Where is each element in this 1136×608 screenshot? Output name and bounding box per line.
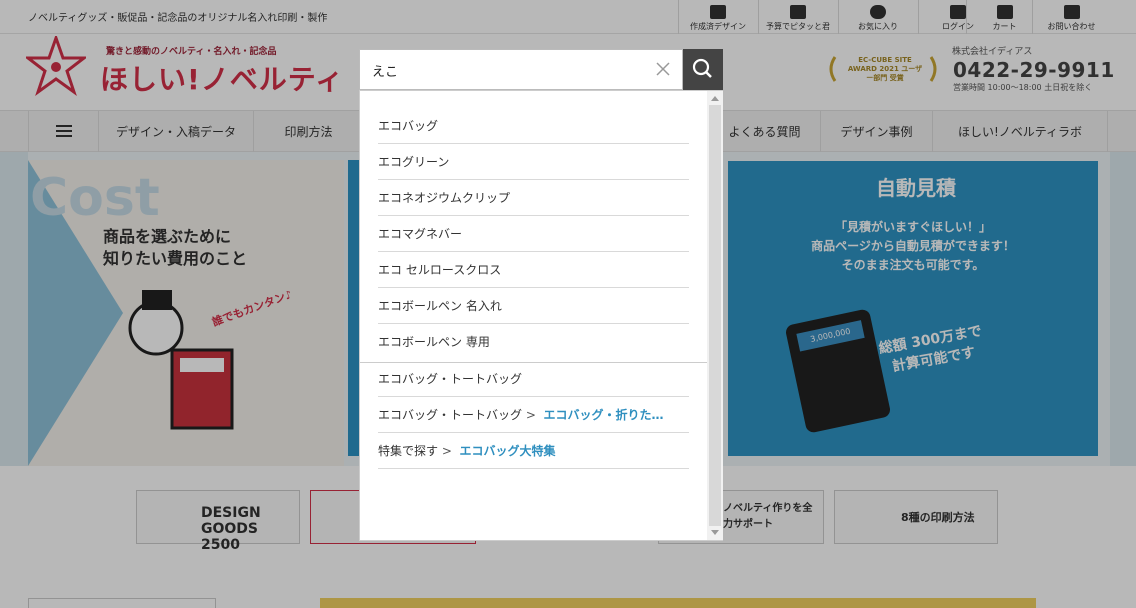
scroll-thumb[interactable]	[709, 105, 721, 526]
category-sub: エコバッグ大特集	[459, 444, 556, 458]
suggestion-item[interactable]: エコマグネバー	[378, 216, 689, 252]
suggestion-item[interactable]: エコ セルロースクロス	[378, 252, 689, 288]
category-sub: エコバッグ・折りた…	[543, 408, 664, 422]
suggestion-scrollbar[interactable]	[707, 91, 723, 540]
category-suggestion[interactable]: 特集で探す > エコバッグ大特集	[378, 433, 689, 469]
category-arrow: >	[441, 444, 452, 458]
scroll-down-arrow-icon[interactable]	[711, 530, 719, 535]
category-path: エコバッグ・トートバッグ	[378, 372, 523, 386]
suggestion-item[interactable]: エコボールペン 専用	[378, 324, 689, 360]
search-suggestions: エコバッグ エコグリーン エコネオジウムクリップ エコマグネバー エコ セルロー…	[359, 90, 723, 541]
suggestion-item[interactable]: エコネオジウムクリップ	[378, 180, 689, 216]
suggestion-item[interactable]: エコバッグ	[378, 108, 689, 144]
search-bar	[359, 49, 683, 90]
category-suggestion[interactable]: エコバッグ・トートバッグ > エコバッグ・折りた…	[378, 397, 689, 433]
search-button[interactable]	[683, 49, 723, 90]
category-suggestion[interactable]: エコバッグ・トートバッグ	[378, 361, 689, 397]
search-icon	[692, 58, 712, 78]
suggestion-item[interactable]: エコグリーン	[378, 144, 689, 180]
search-input[interactable]	[372, 60, 632, 80]
category-arrow: >	[525, 408, 536, 422]
scroll-up-arrow-icon[interactable]	[711, 96, 719, 101]
category-path: 特集で探す	[378, 444, 439, 458]
category-path: エコバッグ・トートバッグ	[378, 408, 523, 422]
suggestion-item[interactable]: エコボールペン 名入れ	[378, 288, 689, 324]
clear-icon[interactable]	[654, 60, 672, 78]
